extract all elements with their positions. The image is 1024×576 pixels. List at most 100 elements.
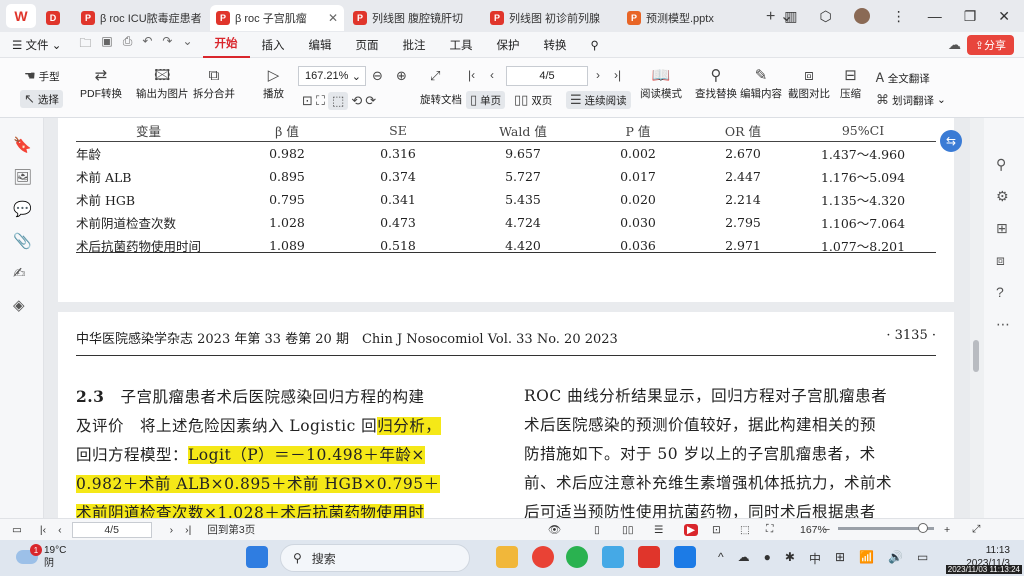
minimize-icon[interactable]: —: [928, 8, 942, 24]
last-page-icon[interactable]: ›|: [185, 524, 191, 536]
split-merge-button[interactable]: ⧉ 拆分合并: [193, 66, 235, 101]
fit-width-icon[interactable]: ⊡: [712, 524, 721, 536]
pdf-convert-button[interactable]: ⇄ PDF转换: [80, 66, 122, 101]
fit-page-icon[interactable]: ⬚: [740, 524, 750, 536]
search-icon[interactable]: ⚲: [579, 38, 611, 52]
compress-button[interactable]: ⊟ 压缩: [840, 66, 861, 101]
help-icon[interactable]: ?: [996, 284, 1004, 300]
signature-icon[interactable]: ✍: [13, 264, 26, 282]
menu-convert[interactable]: 转换: [532, 37, 579, 53]
find-replace-button[interactable]: ⚲ 查找替换: [695, 66, 737, 101]
layout-icon[interactable]: ▥: [784, 8, 797, 25]
document-canvas[interactable]: 变量 β 值 SE Wald 值 P 值 OR 值 95%CI 年龄 0.982 0…: [44, 118, 970, 518]
last-page-icon[interactable]: ›|: [614, 68, 621, 82]
cube-icon[interactable]: ⬡: [819, 8, 831, 25]
floating-translate-icon[interactable]: ⇆: [940, 130, 962, 152]
menu-tools[interactable]: 工具: [438, 37, 485, 53]
menu-edit[interactable]: 编辑: [297, 37, 344, 53]
cloud-icon[interactable]: ☁: [948, 37, 961, 53]
fit-width-icon[interactable]: ⊡: [302, 93, 313, 109]
save-icon[interactable]: ▣: [101, 34, 112, 55]
hand-tool-button[interactable]: ☚ 手型: [24, 68, 60, 84]
zoom-out-icon[interactable]: −: [824, 524, 830, 536]
menu-start[interactable]: 开始: [202, 32, 250, 58]
select-tool-button[interactable]: ↖ 选择: [20, 90, 63, 108]
menu-insert[interactable]: 插入: [250, 37, 297, 53]
read-mode-button[interactable]: 📖 阅读模式: [640, 66, 682, 101]
app-icon[interactable]: [674, 546, 696, 568]
fullscreen-icon[interactable]: ⤢: [972, 523, 980, 536]
zoom-slider[interactable]: [838, 523, 934, 533]
avatar[interactable]: [853, 8, 870, 24]
zoom-in-icon[interactable]: +: [944, 524, 950, 536]
rotate-right-icon[interactable]: ⟳: [365, 93, 376, 109]
wps-taskbar-icon[interactable]: [638, 546, 660, 568]
cloud-icon[interactable]: ☁: [738, 550, 750, 567]
close-window-icon[interactable]: ✕: [998, 8, 1010, 25]
chrome-icon[interactable]: [532, 546, 554, 568]
zoom-slider-knob[interactable]: [918, 523, 928, 533]
page-number-input[interactable]: 4/5: [506, 66, 588, 86]
tab-docer[interactable]: D: [40, 5, 72, 31]
app-tray-icon[interactable]: ⊞: [835, 550, 845, 567]
fit-icon[interactable]: ⤢: [430, 68, 440, 84]
print-icon[interactable]: ⎙: [123, 34, 133, 55]
network-icon[interactable]: 📶: [859, 550, 874, 567]
tab-pdf-prostate[interactable]: P 列线图 初诊前列腺: [484, 5, 618, 31]
continuous-icon[interactable]: ☰: [654, 524, 663, 536]
double-page-icon[interactable]: ▯▯: [622, 524, 634, 536]
more-options-icon[interactable]: ⋯: [996, 316, 1010, 333]
bookmark-icon[interactable]: 🔖: [13, 136, 32, 154]
full-translate-button[interactable]: Ꭺ 全文翻译: [876, 70, 930, 86]
zoom-select[interactable]: 167.21% ⌄: [298, 66, 366, 86]
prev-page-icon[interactable]: ‹: [490, 68, 494, 82]
menu-comment[interactable]: 批注: [391, 37, 438, 53]
volume-icon[interactable]: 🔊: [888, 550, 903, 567]
windows-start-icon[interactable]: [246, 546, 268, 568]
body-column-left[interactable]: 2.3 子宫肌瘤患者术后医院感染回归方程的构建 及评价 将上述危险因素纳入 Lo…: [76, 382, 488, 518]
menu-file[interactable]: ☰ 文件 ⌄: [0, 37, 73, 53]
redo-icon[interactable]: ↷: [162, 34, 172, 55]
play-icon[interactable]: ▶: [684, 523, 699, 536]
rotate-left-icon[interactable]: ⟲: [351, 93, 362, 109]
wechat-icon[interactable]: [566, 546, 588, 568]
tools-icon[interactable]: ⊞: [996, 220, 1008, 237]
menu-protect[interactable]: 保护: [485, 37, 532, 53]
export-image-button[interactable]: 🖾 输出为图片: [136, 66, 189, 101]
tab-pdf-icu[interactable]: Pβ roc ICU脓毒症患者: [75, 5, 207, 31]
crop-icon[interactable]: ⛶: [316, 93, 325, 109]
search-icon[interactable]: ⚲: [996, 156, 1006, 173]
ime-icon[interactable]: 中: [809, 550, 821, 567]
play-button[interactable]: ▷ 播放: [263, 66, 284, 101]
menu-page[interactable]: 页面: [344, 37, 391, 53]
double-page-button[interactable]: ▯▯ 双页: [514, 92, 552, 108]
single-page-icon[interactable]: ▯: [594, 524, 600, 536]
back-to-page-link[interactable]: 回到第3页: [207, 522, 255, 537]
app-icon[interactable]: [602, 546, 624, 568]
fit-page-icon[interactable]: ⬚: [328, 92, 349, 110]
wechat-tray-icon[interactable]: ●: [764, 550, 771, 567]
wps-logo-icon[interactable]: W: [6, 4, 36, 28]
close-icon[interactable]: ✕: [328, 11, 338, 25]
word-translate-button[interactable]: ⌘ 划词翻译 ⌄: [876, 92, 946, 108]
file-explorer-icon[interactable]: [496, 546, 518, 568]
edit-content-button[interactable]: ✎ 编辑内容: [740, 66, 782, 101]
first-page-icon[interactable]: |‹: [468, 68, 475, 82]
first-page-icon[interactable]: |‹: [40, 524, 46, 536]
bluetooth-icon[interactable]: ✱: [785, 550, 795, 567]
status-zoom[interactable]: 167%: [800, 524, 827, 536]
eye-icon[interactable]: 👁: [548, 523, 561, 536]
screenshot-compare-button[interactable]: ⧈ 截图对比: [788, 66, 830, 101]
tab-pdf-fibroid[interactable]: Pβ roc 子宫肌瘤 ✕: [210, 5, 344, 31]
more-icon[interactable]: ⋮: [892, 8, 906, 25]
single-page-button[interactable]: ▯ 单页: [466, 91, 506, 109]
taskbar-search[interactable]: ⚲ 搜索: [280, 544, 470, 572]
undo-icon[interactable]: ↶: [142, 34, 152, 55]
scrollbar-thumb[interactable]: [973, 340, 979, 372]
status-page-input[interactable]: 4/5: [71, 521, 152, 538]
zoom-in-icon[interactable]: ⊕: [396, 68, 407, 84]
zoom-out-icon[interactable]: ⊖: [372, 68, 383, 84]
vertical-scrollbar[interactable]: [970, 118, 984, 518]
layers-icon[interactable]: ◈: [13, 296, 25, 314]
rotate-doc-button[interactable]: 旋转文档: [420, 92, 462, 107]
